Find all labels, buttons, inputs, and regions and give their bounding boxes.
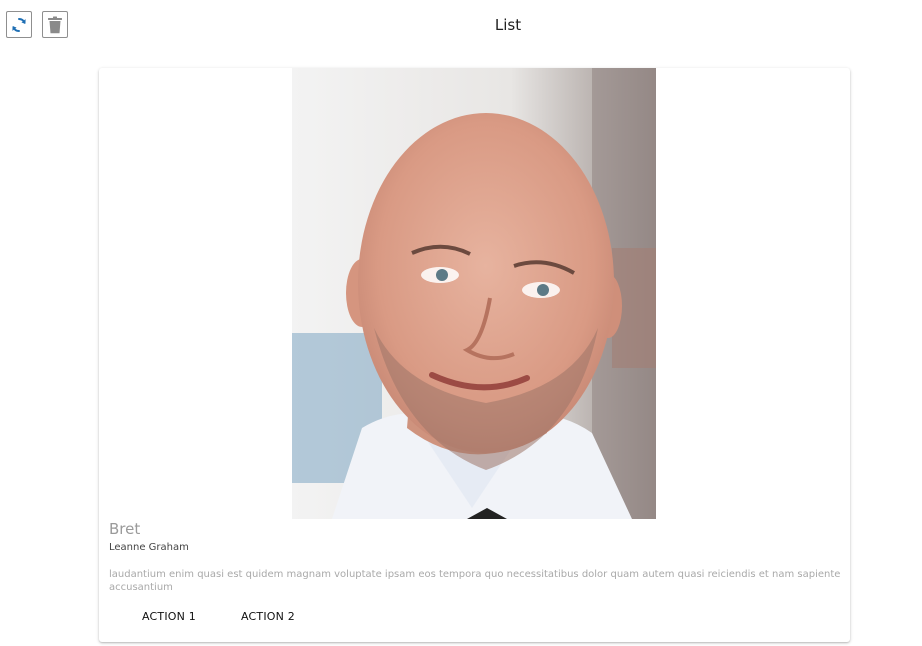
toolbar: List [0, 0, 922, 54]
action-1-button[interactable]: ACTION 1 [142, 610, 196, 623]
page-title: List [494, 16, 522, 34]
card-image [292, 68, 656, 519]
card-title: Bret [109, 520, 141, 538]
card-subtitle: Leanne Graham [109, 542, 189, 553]
card-description: laudantium enim quasi est quidem magnam … [109, 569, 841, 593]
profile-card: Bret Leanne Graham laudantium enim quasi… [99, 68, 850, 642]
action-2-button[interactable]: ACTION 2 [241, 610, 295, 623]
